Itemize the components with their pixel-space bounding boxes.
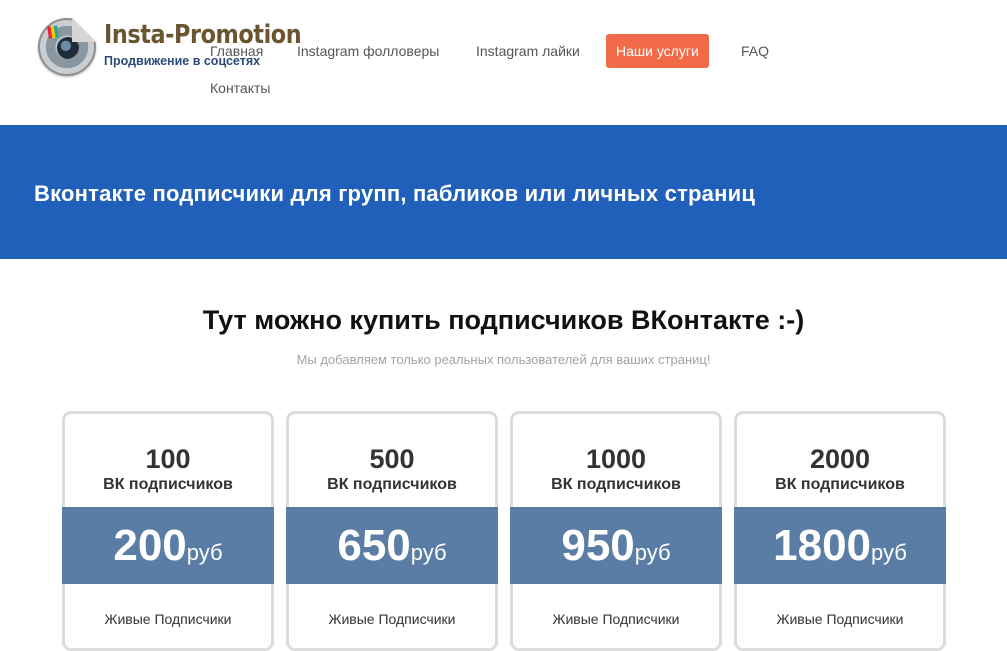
- pricing-feature: Живые Подписчики: [104, 611, 232, 627]
- nav-item-instagram-likes[interactable]: Instagram лайки: [476, 43, 580, 59]
- price-currency: руб: [410, 540, 447, 565]
- price-value: 200: [113, 521, 187, 570]
- price-value: 1800: [773, 521, 872, 570]
- price-band: 1800руб: [734, 507, 946, 584]
- nav-item-services[interactable]: Наши услуги: [606, 34, 709, 68]
- pricing-card[interactable]: 2000 ВК подписчиков 1800руб Живые Подпис…: [734, 411, 946, 651]
- pricing-unit: ВК подписчиков: [551, 476, 681, 493]
- pricing-card[interactable]: 100 ВК подписчиков 200руб Живые Подписчи…: [62, 411, 274, 651]
- price-currency: руб: [871, 540, 907, 565]
- pricing-quantity: 1000: [585, 444, 647, 474]
- pricing-unit: ВК подписчиков: [103, 476, 233, 493]
- nav-item-contacts[interactable]: Контакты: [210, 80, 270, 96]
- price-value: 950: [561, 521, 635, 570]
- price-band: 950руб: [510, 507, 722, 584]
- price-currency: руб: [186, 540, 223, 565]
- camera-logo-icon: [38, 18, 96, 76]
- pricing-unit: ВК подписчиков: [327, 476, 457, 493]
- nav-item-home[interactable]: Главная: [210, 43, 263, 59]
- price-band: 200руб: [62, 507, 274, 584]
- section-subtitle: Мы добавляем только реальных пользовател…: [296, 352, 711, 367]
- page-banner: Вконтакте подписчики для групп, пабликов…: [0, 125, 1007, 259]
- section-title: Тут можно купить подписчиков ВКонтакте :…: [202, 305, 805, 335]
- nav-item-instagram-followers[interactable]: Instagram фолловеры: [297, 43, 439, 59]
- price-currency: руб: [634, 540, 671, 565]
- pricing-unit: ВК подписчиков: [775, 476, 905, 493]
- site-header: Insta-Promotion Продвижение в соцсетях Г…: [0, 0, 1007, 125]
- pricing-feature: Живые Подписчики: [776, 611, 904, 627]
- price-band: 650руб: [286, 507, 498, 584]
- pricing-card[interactable]: 1000 ВК подписчиков 950руб Живые Подписч…: [510, 411, 722, 651]
- pricing-feature: Живые Подписчики: [552, 611, 680, 627]
- pricing-quantity: 100: [145, 444, 191, 474]
- logo-title: Insta-Promotion: [104, 20, 302, 50]
- price-value: 650: [337, 521, 411, 570]
- pricing-feature: Живые Подписчики: [328, 611, 456, 627]
- pricing-quantity: 500: [369, 444, 415, 474]
- pricing-card[interactable]: 500 ВК подписчиков 650руб Живые Подписчи…: [286, 411, 498, 651]
- banner-title: Вконтакте подписчики для групп, пабликов…: [34, 181, 756, 206]
- nav-item-faq[interactable]: FAQ: [741, 43, 769, 59]
- pricing-quantity: 2000: [809, 444, 871, 474]
